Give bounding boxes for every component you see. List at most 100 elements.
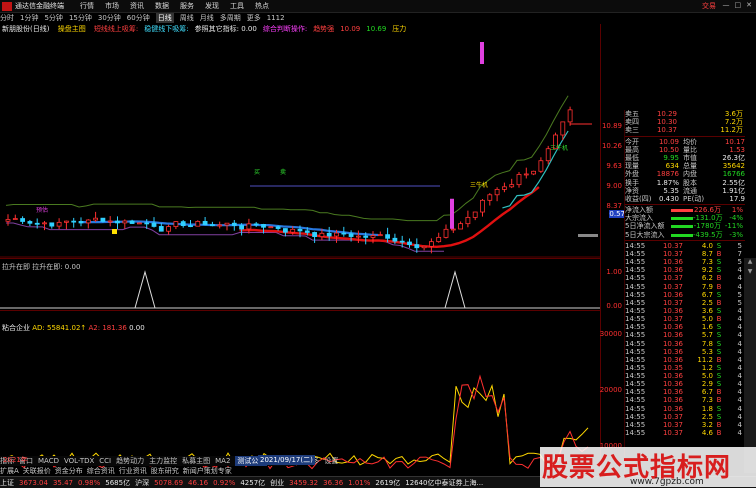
info-value: 1.53 [729,145,745,154]
quick-tab[interactable]: 新闻户策划专家 [183,466,232,476]
info-key: PE(动) [683,194,705,203]
tick-volume: 2.5 [701,412,713,421]
indicator-tab-bar: 指标窗口MACDVOL-TDXCCI趋势动力主力监控私募主图MA2测试公式测试主… [0,456,338,466]
close-icon[interactable]: ✕ [746,1,752,9]
status-item: 沪深 [135,478,150,487]
info-key: 最低 [625,153,639,162]
period-30m[interactable]: 30分钟 [98,13,121,23]
indicator-tab[interactable]: 主力监控 [149,456,177,466]
period-more[interactable]: 更多 [247,13,261,23]
maximize-icon[interactable]: □ [735,1,742,9]
sub2-chart[interactable] [0,331,600,475]
candle [49,222,55,227]
scroll-down-icon[interactable]: ▼ [744,268,756,278]
tick-count: 4 [737,323,742,332]
info-key: 市值 [683,153,697,162]
cursor-date: 2021/09/17(二) [258,455,315,465]
predict-label: 预估 [36,206,48,214]
quick-tab[interactable]: 股东研究 [151,466,179,476]
period-week[interactable]: 周线 [180,13,194,23]
menu-item-service[interactable]: 服务 [180,1,194,11]
indicator-tab[interactable]: 趋势动力 [116,456,144,466]
menu-item-hot[interactable]: 热点 [255,1,269,11]
candle [385,234,391,239]
menu-item-quotes[interactable]: 行情 [80,1,94,11]
info-value: 1.91亿 [722,186,745,195]
spike [444,270,466,309]
tick-count: 4 [737,372,742,381]
quick-tab[interactable]: 资金分布 [55,466,83,476]
period-5m[interactable]: 5分钟 [44,13,62,23]
period-month[interactable]: 月线 [200,13,214,23]
tick-direction: B [716,315,722,324]
tick-time: 14:55 [625,266,646,275]
quick-tab[interactable]: 综合资讯 [87,466,115,476]
status-item: 3459.32 [289,478,319,487]
menu-item-data[interactable]: 数据 [155,1,169,11]
period-multi[interactable]: 多周期 [220,13,241,23]
candle [443,228,449,238]
candle [334,232,339,237]
tick-row: 14:55 10.36 5.3 S 4 [625,348,745,356]
period-1m[interactable]: 1分钟 [20,13,38,23]
y-tick: 9.63 [606,162,622,170]
trend-label: 三牛机 [550,144,568,152]
divider [625,239,745,241]
period-timeshare[interactable]: 分时 [0,13,14,23]
scroll-up-icon[interactable]: ▲ [744,258,756,268]
period-15m[interactable]: 15分钟 [69,13,92,23]
candle [348,233,354,237]
flow-value: -1780万 [693,222,721,231]
candle [392,237,398,242]
tick-row: 14:55 10.36 6.7 S 5 [625,291,745,299]
menu-item-tools[interactable]: 工具 [230,1,244,11]
indicator-tab[interactable]: VOL-TDX [64,457,94,465]
sub1-chart[interactable] [0,270,600,311]
tick-time: 14:55 [625,404,646,413]
quick-tab[interactable]: 行业资讯 [119,466,147,476]
tick-list[interactable]: 14:55 10.37 4.0 S 5 14:55 10.37 8.7 B 7 14:55 10.36… [625,242,745,437]
side-toolbar[interactable]: ▲ ▼ [744,258,756,473]
kline-chart[interactable]: 买卖预估三牛机三牛机 [0,34,600,259]
info-value: 10.09 [658,137,679,146]
tick-count: 4 [737,355,742,364]
flow-bar [671,233,693,237]
quick-tab[interactable]: 关联报价 [23,466,51,476]
tick-time: 14:55 [625,412,646,421]
candle [261,224,266,228]
info-key: 换手 [625,178,639,187]
indicator-value: 参照其它指标: 0.00 [194,25,257,33]
period-day[interactable]: 日线 [155,13,174,23]
candle [304,230,310,233]
candle [282,228,288,233]
indicator-tab[interactable]: 私募主图 [182,456,210,466]
candle [501,186,507,190]
indicator-tab[interactable]: MA2 [215,457,230,465]
flow-percent: -4% [729,214,743,223]
trade-button[interactable]: 交易 [702,1,716,11]
indicator-tab[interactable]: 设置 [324,456,338,466]
stock-name[interactable]: 新朋股份(日线) [2,25,49,33]
quick-tab[interactable]: 扩展A [0,466,19,476]
info-value: 1.87% [656,178,679,187]
menu-item-news[interactable]: 资讯 [130,1,144,11]
tick-row: 14:55 10.36 7.8 S 4 [625,340,745,348]
candle [355,235,361,238]
tick-price: 10.37 [662,241,683,250]
menu-item-discover[interactable]: 发现 [205,1,219,11]
tick-price: 10.36 [662,306,683,315]
period-60m[interactable]: 60分钟 [127,13,150,23]
info-row: 换手 1.87% 股本 2.55亿 [625,179,745,187]
indicator-tab[interactable]: CCI [99,457,111,465]
status-item: 5685亿 [105,478,131,487]
minimize-icon[interactable]: — [723,1,730,9]
candle [42,222,47,225]
quote-price: 10.37 [656,126,677,135]
tick-volume: 7.8 [701,339,713,348]
tick-direction: B [716,396,722,405]
indicator-tab[interactable]: MACD [38,457,59,465]
candle [531,170,536,175]
tick-time: 14:55 [625,363,646,372]
indicator-name[interactable]: 操盘主图 [58,25,86,33]
menu-item-market[interactable]: 市场 [105,1,119,11]
